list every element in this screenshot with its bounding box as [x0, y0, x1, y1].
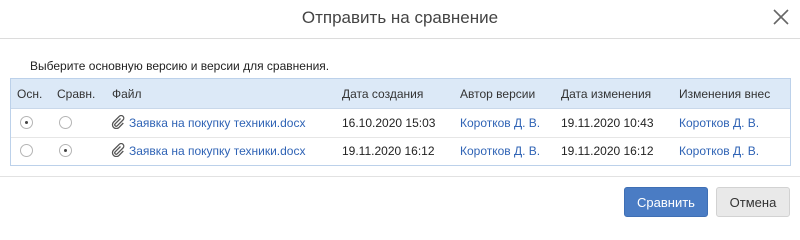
main-version-radio[interactable]	[20, 116, 33, 129]
dialog-header: Отправить на сравнение	[0, 0, 800, 39]
modified-date: 19.11.2020 10:43	[561, 116, 654, 130]
table-row: Заявка на покупку техники.docx 19.11.202…	[11, 137, 790, 165]
paperclip-icon	[111, 142, 125, 158]
close-icon[interactable]	[770, 6, 792, 28]
column-header-compare: Сравн.	[57, 87, 96, 101]
created-date: 19.11.2020 16:12	[342, 144, 435, 158]
author-link[interactable]: Коротков Д. В.	[460, 116, 540, 130]
compare-version-radio[interactable]	[59, 144, 72, 157]
file-link[interactable]: Заявка на покупку техники.docx	[129, 116, 305, 130]
compare-version-radio[interactable]	[59, 116, 72, 129]
column-header-main: Осн.	[17, 87, 43, 101]
versions-table: Осн. Сравн. Файл Дата создания Автор вер…	[10, 78, 791, 166]
created-date: 16.10.2020 15:03	[342, 116, 436, 130]
modified-by-link[interactable]: Коротков Д. В.	[679, 116, 759, 130]
compare-dialog: Отправить на сравнение Выберите основную…	[0, 0, 800, 228]
column-header-created: Дата создания	[342, 87, 424, 101]
table-row: Заявка на покупку техники.docx 16.10.202…	[11, 109, 790, 138]
column-header-author: Автор версии	[460, 87, 536, 101]
dialog-title: Отправить на сравнение	[301, 8, 499, 27]
compare-button[interactable]: Сравнить	[624, 187, 708, 217]
cancel-button[interactable]: Отмена	[716, 187, 790, 217]
dialog-footer: Сравнить Отмена	[0, 176, 800, 228]
column-header-modified-by: Изменения внес	[679, 87, 771, 101]
modified-date: 19.11.2020 16:12	[561, 144, 654, 158]
file-link[interactable]: Заявка на покупку техники.docx	[129, 144, 305, 158]
column-header-file: Файл	[112, 87, 142, 101]
column-header-modified: Дата изменения	[561, 87, 652, 101]
author-link[interactable]: Коротков Д. В.	[460, 144, 540, 158]
table-header: Осн. Сравн. Файл Дата создания Автор вер…	[11, 79, 790, 109]
instruction-text: Выберите основную версию и версии для ср…	[30, 59, 330, 73]
paperclip-icon	[111, 114, 125, 130]
modified-by-link[interactable]: Коротков Д. В.	[679, 144, 759, 158]
main-version-radio[interactable]	[20, 144, 33, 157]
